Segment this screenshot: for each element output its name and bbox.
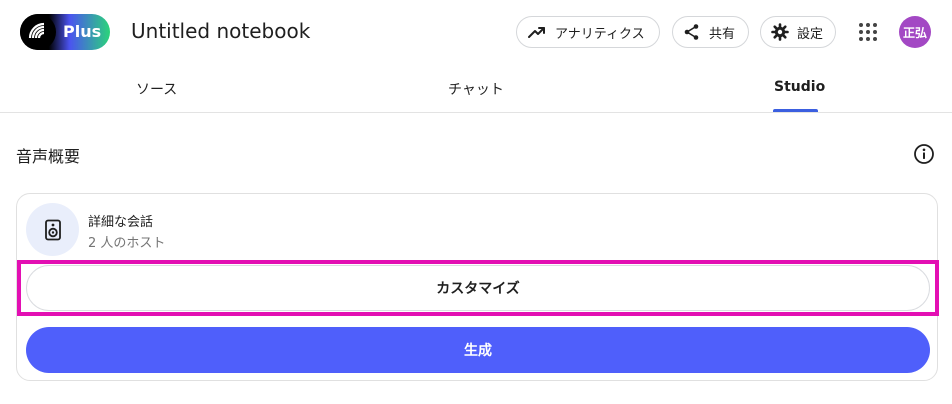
speaker-icon <box>26 203 79 256</box>
logo-icon <box>20 14 56 50</box>
tab-bar: ソース チャット Studio <box>0 64 952 113</box>
share-label: 共有 <box>709 26 736 42</box>
active-tab-indicator <box>773 109 818 112</box>
info-icon[interactable] <box>913 143 935 165</box>
settings-button[interactable]: 設定 <box>760 16 836 48</box>
audio-overview-card: 詳細な会話 2 人のホスト カスタマイズ 生成 <box>16 193 939 381</box>
format-subtitle: 2 人のホスト <box>88 236 166 251</box>
tab-chat[interactable]: チャット <box>448 79 504 99</box>
settings-label: 設定 <box>797 26 824 42</box>
app-header: Plus Untitled notebook アナリティクス 共有 設定 正弘 <box>0 0 952 64</box>
tab-studio[interactable]: Studio <box>774 79 825 95</box>
audio-overview-title: 音声概要 <box>16 147 81 166</box>
user-avatar[interactable]: 正弘 <box>899 16 931 48</box>
apps-grid-icon[interactable] <box>856 20 880 44</box>
tab-source[interactable]: ソース <box>136 79 177 99</box>
logo-plus-badge[interactable]: Plus <box>20 14 110 50</box>
analytics-button[interactable]: アナリティクス <box>516 16 660 48</box>
logo-label: Plus <box>63 22 102 41</box>
notebook-title[interactable]: Untitled notebook <box>131 19 310 43</box>
trending-up-icon <box>528 27 545 38</box>
analytics-label: アナリティクス <box>555 26 645 42</box>
share-icon <box>684 24 699 40</box>
generate-button[interactable]: 生成 <box>26 327 930 373</box>
customize-button[interactable]: カスタマイズ <box>26 265 930 311</box>
share-button[interactable]: 共有 <box>672 16 749 48</box>
gear-icon <box>771 23 789 41</box>
format-title: 詳細な会話 <box>88 215 154 230</box>
